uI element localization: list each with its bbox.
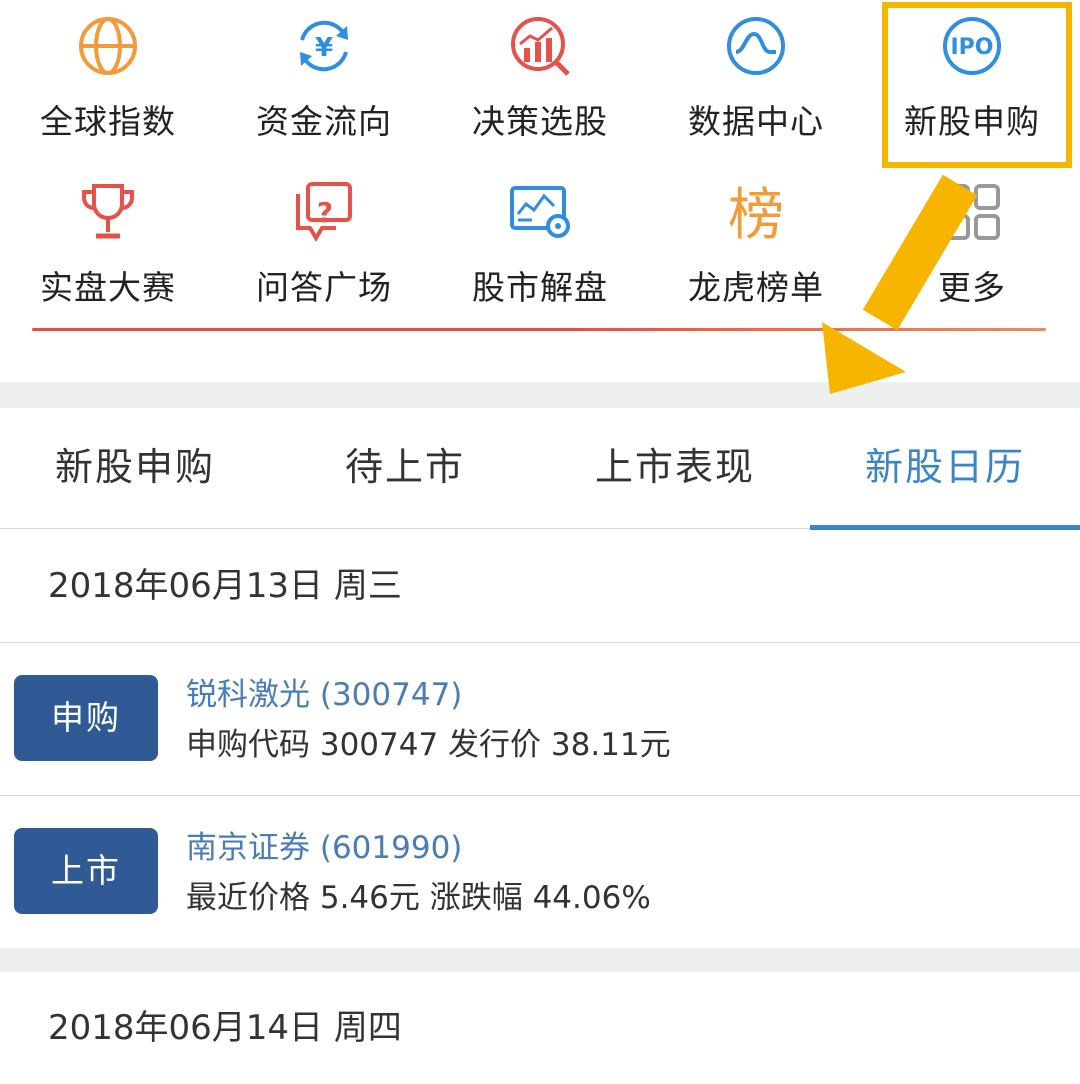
grid-item-fund-flow[interactable]: ¥ 资金流向 [216,0,432,150]
date-header: 2018年06月14日 周四 [0,972,1080,1084]
stock-name-link[interactable]: 锐科激光 (300747) [186,669,462,714]
svg-text:榜: 榜 [728,183,784,244]
grid-item-label: 问答广场 [256,268,392,307]
tab-ipo-subscribe[interactable]: 新股申购 [0,408,270,528]
grid-item-global-index[interactable]: 全球指数 [0,0,216,150]
grid-item-dragon-tiger-list[interactable]: 榜 龙虎榜单 [648,166,864,316]
globe-icon [79,17,137,75]
grid-item-label: 数据中心 [688,102,824,141]
ranking-icon: 榜 [728,183,784,244]
ipo-tab-bar: 新股申购 待上市 上市表现 新股日历 [0,408,1080,530]
grid-item-decision-picks[interactable]: 决策选股 [432,0,648,150]
decision-chart-icon [511,17,570,76]
grid-item-label: 资金流向 [256,102,392,141]
stock-info: 申购代码 300747 发行价 38.11元 [186,727,671,763]
svg-text:¥: ¥ [315,33,333,63]
listing-badge[interactable]: 上市 [14,828,158,914]
subscribe-badge[interactable]: 申购 [14,675,158,761]
list-item[interactable]: 上市 南京证券 (601990) 最近价格 5.46元 涨跌幅 44.06% [0,796,1080,946]
section-gap [0,948,1080,972]
grid-item-qa-square[interactable]: ? 问答广场 [216,166,432,316]
more-grid-icon [944,184,1000,240]
highlight-box [882,2,1072,168]
grid-item-label: 全球指数 [40,102,176,141]
trophy-icon [82,184,134,239]
data-wave-icon [727,17,785,75]
stock-info: 最近价格 5.46元 涨跌幅 44.06% [186,880,651,916]
svg-text:?: ? [317,196,333,229]
grid-item-market-analysis[interactable]: 股市解盘 [432,166,648,316]
grid-divider [32,328,1046,331]
grid-item-data-center[interactable]: 数据中心 [648,0,864,150]
grid-item-label: 更多 [938,268,1006,307]
grid-item-live-contest[interactable]: 实盘大赛 [0,166,216,316]
date-header: 2018年06月13日 周三 [0,530,1080,642]
yuan-flow-icon: ¥ [300,20,348,72]
grid-item-label: 股市解盘 [472,268,608,307]
tab-ipo-calendar[interactable]: 新股日历 [810,408,1080,528]
grid-item-label: 决策选股 [472,102,608,141]
market-analysis-icon [510,186,570,238]
tab-pending-listing[interactable]: 待上市 [270,408,540,528]
section-gap [0,382,1080,408]
list-item[interactable]: 申购 锐科激光 (300747) 申购代码 300747 发行价 38.11元 [0,643,1080,793]
stock-name-link[interactable]: 南京证券 (601990) [186,822,462,867]
grid-item-label: 实盘大赛 [40,268,176,307]
grid-item-label: 龙虎榜单 [688,268,824,307]
grid-item-more[interactable]: 更多 [864,166,1080,316]
tab-listing-performance[interactable]: 上市表现 [540,408,810,528]
qa-chat-icon: ? [296,182,352,242]
